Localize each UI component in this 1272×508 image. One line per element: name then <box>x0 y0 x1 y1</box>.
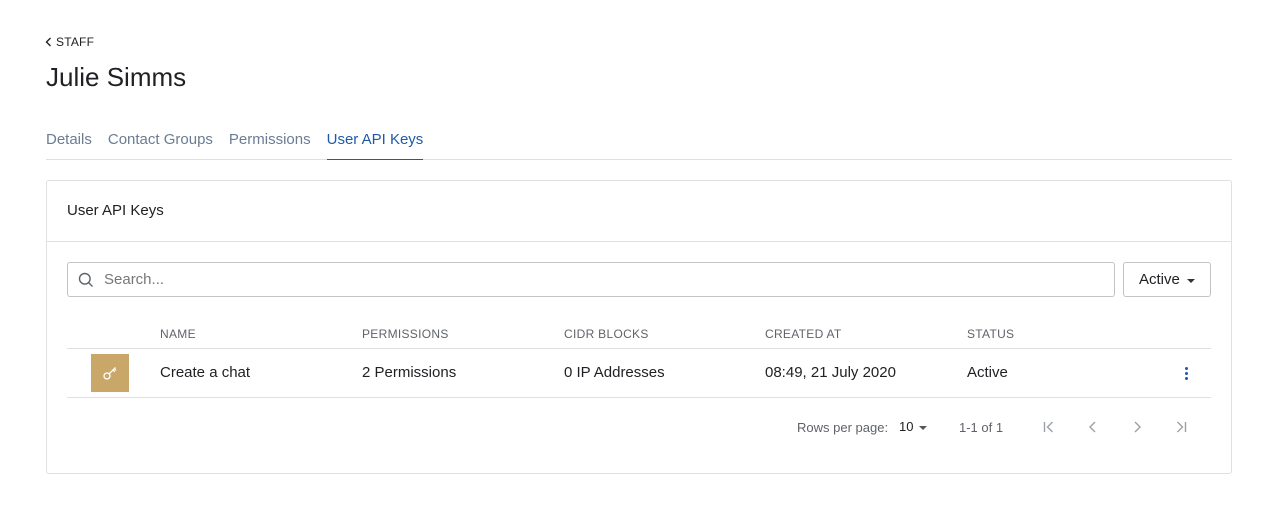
caret-down-icon <box>1186 278 1195 283</box>
rows-per-page-label: Rows per page: <box>797 420 889 435</box>
table-header: NAME PERMISSIONS CIDR BLOCKS CREATED AT … <box>67 318 1211 349</box>
chevron-right-icon <box>1134 421 1141 433</box>
table-row[interactable]: Create a chat 2 Permissions 0 IP Address… <box>67 349 1211 398</box>
tab-user-api-keys[interactable]: User API Keys <box>326 128 424 160</box>
card-title: User API Keys <box>47 181 1231 242</box>
cell-permissions: 2 Permissions <box>362 364 457 381</box>
status-filter-value: Active <box>1139 271 1180 288</box>
chevron-left-icon <box>45 37 51 47</box>
key-icon <box>103 367 117 380</box>
next-page-button[interactable] <box>1127 416 1147 438</box>
rows-per-page-select[interactable]: 10 <box>899 419 928 434</box>
cell-created-at: 08:49, 21 July 2020 <box>765 364 896 381</box>
tab-details[interactable]: Details <box>46 128 92 160</box>
tab-permissions[interactable]: Permissions <box>229 128 311 160</box>
back-link-label: STAFF <box>56 35 95 49</box>
cell-status: Active <box>967 364 1008 381</box>
status-filter-dropdown[interactable]: Active <box>1123 262 1211 297</box>
previous-page-button[interactable] <box>1083 416 1103 438</box>
first-page-button[interactable] <box>1039 416 1059 438</box>
search-input[interactable] <box>104 271 1084 288</box>
user-api-keys-card: User API Keys Active NAME PERMISSIONS CI… <box>46 180 1232 474</box>
column-header-cidr-blocks: CIDR BLOCKS <box>564 327 649 341</box>
column-header-status: STATUS <box>967 327 1015 341</box>
column-header-created-at: CREATED AT <box>765 327 842 341</box>
cell-name: Create a chat <box>160 364 251 381</box>
last-page-icon <box>1177 421 1187 433</box>
tab-contact-groups[interactable]: Contact Groups <box>108 128 213 160</box>
key-avatar <box>91 354 129 392</box>
last-page-button[interactable] <box>1171 416 1191 438</box>
api-keys-table: NAME PERMISSIONS CIDR BLOCKS CREATED AT … <box>67 318 1211 398</box>
rows-per-page-value: 10 <box>899 419 914 434</box>
tab-bar: Details Contact Groups Permissions User … <box>46 128 1232 160</box>
first-page-icon <box>1043 421 1053 433</box>
pagination-range: 1-1 of 1 <box>959 420 1004 435</box>
page-title: Julie Simms <box>46 62 187 92</box>
column-header-name: NAME <box>160 327 196 341</box>
caret-down-icon <box>919 425 928 430</box>
pagination: Rows per page: 10 1-1 of 1 <box>47 416 1233 438</box>
chevron-left-icon <box>1089 421 1096 433</box>
search-box <box>67 262 1115 297</box>
column-header-permissions: PERMISSIONS <box>362 327 449 341</box>
search-icon <box>78 272 93 287</box>
more-vert-icon[interactable] <box>1179 365 1193 381</box>
back-to-staff-link[interactable]: STAFF <box>45 35 94 49</box>
cell-cidr-blocks: 0 IP Addresses <box>564 364 665 381</box>
